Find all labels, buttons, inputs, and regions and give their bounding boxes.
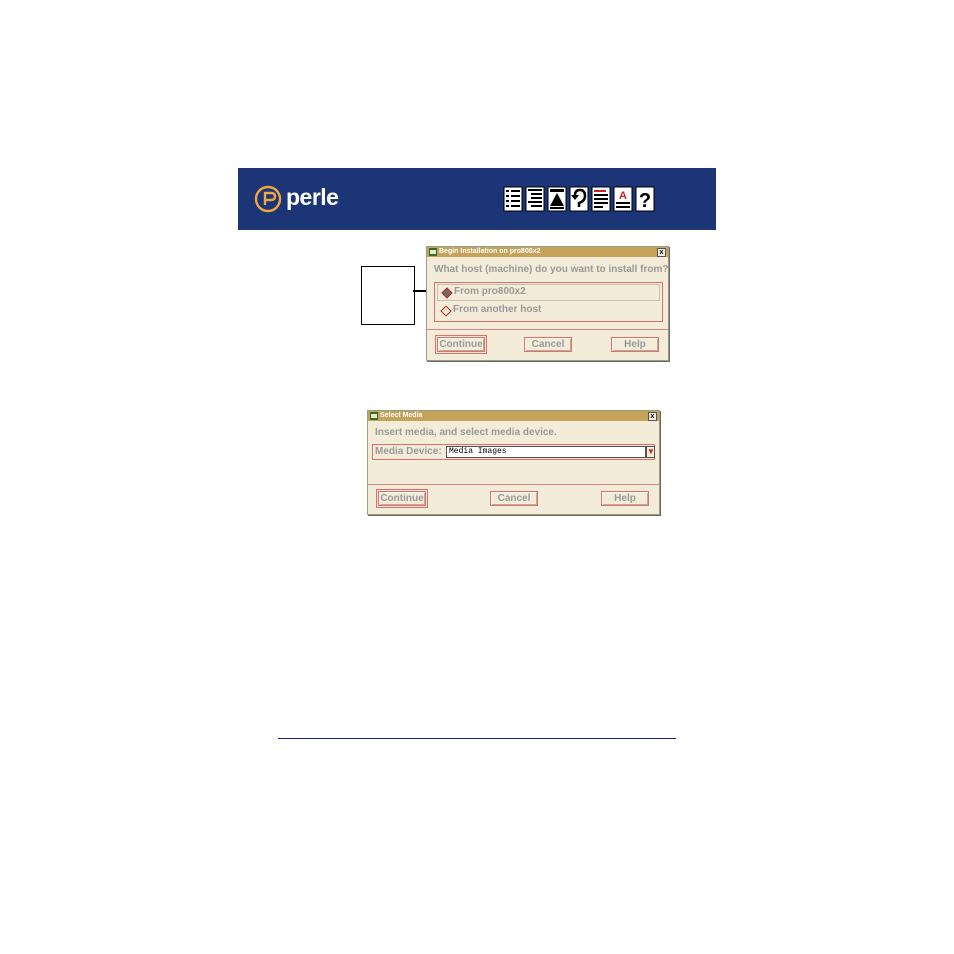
continue-button[interactable]: Continue <box>435 335 487 354</box>
install-prompt: What host (machine) do you want to insta… <box>434 264 669 275</box>
help-button[interactable]: Help <box>611 337 659 352</box>
media-prompt: Insert media, and select media device. <box>375 427 557 438</box>
nav-toolbar: A ? <box>503 186 655 212</box>
radio-from-pro800x2[interactable]: From pro800x2 <box>437 284 660 301</box>
dialog-title: Begin Installation on pro800x2 <box>439 248 541 255</box>
index-icon[interactable] <box>525 186 545 212</box>
dialog-titlebar[interactable]: Begin Installation on pro800x2 x <box>427 247 668 257</box>
install-source-radio-group: From pro800x2 From another host <box>434 282 663 322</box>
dialog-titlebar[interactable]: Select Media x <box>368 411 659 421</box>
perle-logo-icon <box>254 185 282 213</box>
media-device-select[interactable]: Media Images <box>446 446 646 458</box>
contents-icon[interactable] <box>503 186 523 212</box>
svg-text:A: A <box>619 190 627 202</box>
text-icon[interactable]: A <box>613 186 633 212</box>
cancel-button[interactable]: Cancel <box>524 337 572 352</box>
callout-box <box>361 266 415 325</box>
radio-label: From another host <box>453 304 542 315</box>
top-icon[interactable] <box>547 186 567 212</box>
radio-label: From pro800x2 <box>454 286 526 297</box>
close-icon[interactable]: x <box>648 412 657 421</box>
help-icon[interactable]: ? <box>635 186 655 212</box>
footer-rule <box>278 738 676 739</box>
help-button[interactable]: Help <box>601 491 649 506</box>
window-menu-icon[interactable] <box>429 248 437 256</box>
divider <box>368 484 659 485</box>
radio-from-another-host[interactable]: From another host <box>437 303 658 318</box>
media-device-row: Media Device: Media Images ▼ <box>372 444 655 460</box>
close-icon[interactable]: x <box>657 248 666 257</box>
svg-text:?: ? <box>639 190 651 212</box>
brand-name: perle <box>286 184 339 210</box>
media-device-label: Media Device: <box>375 446 442 457</box>
document-icon[interactable] <box>591 186 611 212</box>
cancel-button[interactable]: Cancel <box>490 491 538 506</box>
continue-button[interactable]: Continue <box>376 489 428 508</box>
perle-banner: perle A ? <box>238 168 716 230</box>
radio-diamond-icon <box>440 305 452 317</box>
begin-installation-dialog: Begin Installation on pro800x2 x What ho… <box>426 246 669 361</box>
select-media-dialog: Select Media x Insert media, and select … <box>367 410 660 515</box>
chevron-down-icon[interactable]: ▼ <box>646 446 655 458</box>
dialog-title: Select Media <box>380 412 423 419</box>
back-icon[interactable] <box>569 186 589 212</box>
window-menu-icon[interactable] <box>370 412 378 420</box>
divider <box>427 329 668 330</box>
radio-diamond-icon <box>441 287 453 299</box>
